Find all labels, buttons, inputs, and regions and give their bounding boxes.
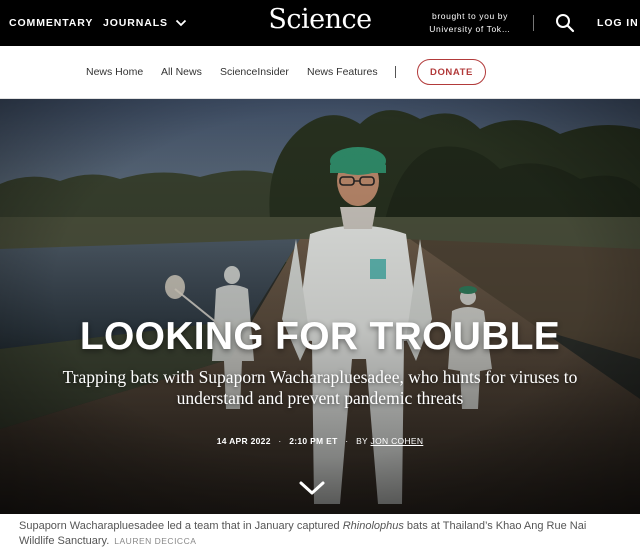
nav-news-home[interactable]: News Home: [86, 66, 143, 78]
hero-photo: [0, 99, 640, 514]
chevron-down-icon: [175, 19, 187, 27]
author-link[interactable]: JON COHEN: [371, 436, 424, 446]
byline-separator: ·: [278, 436, 282, 446]
brought-by-label: brought to you by: [432, 11, 508, 21]
article-dek: Trapping bats with Supaporn Wacharaplues…: [62, 367, 578, 408]
commentary-link[interactable]: COMMENTARY: [9, 17, 93, 29]
donate-button[interactable]: DONATE: [417, 59, 486, 85]
hero-section: LOOKING FOR TROUBLE Trapping bats with S…: [0, 99, 640, 514]
journals-label: JOURNALS: [103, 17, 168, 29]
publish-time: 2:10 PM ET: [289, 436, 338, 446]
science-logo[interactable]: Science: [268, 4, 372, 35]
chevron-down-icon[interactable]: [298, 479, 326, 497]
nav-all-news[interactable]: All News: [161, 66, 202, 78]
nav-news-features[interactable]: News Features: [307, 66, 378, 78]
photo-credit: LAUREN DECICCA: [114, 536, 197, 546]
caption-text-start: Supaporn Wacharapluesadee led a team tha…: [19, 520, 343, 532]
header-divider: [533, 15, 534, 31]
login-button[interactable]: LOG IN: [597, 17, 639, 29]
journals-menu[interactable]: JOURNALS: [103, 17, 187, 29]
caption-species: Rhinolophus: [342, 520, 404, 532]
top-bar: COMMENTARY JOURNALS Science brought to y…: [0, 0, 640, 46]
search-icon[interactable]: [555, 13, 575, 33]
nav-scienceinsider[interactable]: ScienceInsider: [220, 66, 289, 78]
institution-credit: brought to you by University of Tok…: [418, 10, 522, 36]
photo-caption: Supaporn Wacharapluesadee led a team tha…: [19, 519, 624, 549]
article-title: LOOKING FOR TROUBLE: [79, 315, 561, 358]
subnav-divider: [395, 66, 396, 78]
news-subnav: News Home All News ScienceInsider News F…: [0, 46, 640, 99]
institution-name: University of Tok…: [429, 24, 511, 34]
byline-separator: ·: [345, 436, 349, 446]
publish-date: 14 APR 2022: [216, 436, 271, 446]
by-label: BY: [356, 436, 368, 446]
article-byline: 14 APR 2022 · 2:10 PM ET · BY JON COHEN: [0, 436, 640, 446]
